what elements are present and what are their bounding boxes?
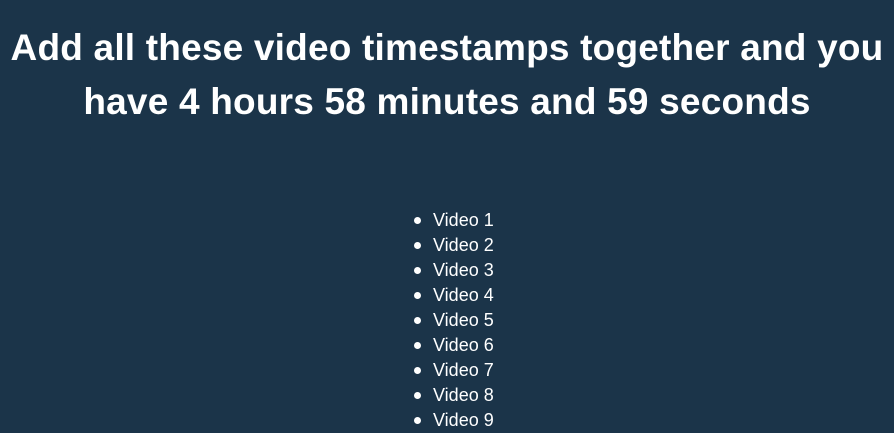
video-list-item: Video 3 [414, 258, 494, 283]
bullet-icon [414, 292, 421, 299]
video-label: Video 4 [433, 285, 494, 305]
video-label: Video 2 [433, 235, 494, 255]
bullet-icon [414, 392, 421, 399]
video-label: Video 6 [433, 335, 494, 355]
video-list-item: Video 7 [414, 358, 494, 383]
video-list-item: Video 5 [414, 308, 494, 333]
bullet-icon [414, 267, 421, 274]
video-list-item: Video 8 [414, 383, 494, 408]
video-list-item: Video 6 [414, 333, 494, 358]
page-title: Add all these video timestamps together … [10, 27, 884, 122]
bullet-icon [414, 317, 421, 324]
video-label: Video 8 [433, 385, 494, 405]
video-list-item: Video 2 [414, 233, 494, 258]
bullet-icon [414, 242, 421, 249]
bullet-icon [414, 342, 421, 349]
video-label: Video 5 [433, 310, 494, 330]
bullet-icon [414, 417, 421, 424]
bullet-icon [414, 217, 421, 224]
video-list-item: Video 1 [414, 208, 494, 233]
video-list-item: Video 4 [414, 283, 494, 308]
video-label: Video 3 [433, 260, 494, 280]
video-list-item: Video 9 [414, 408, 494, 433]
video-label: Video 9 [433, 410, 494, 430]
video-label: Video 7 [433, 360, 494, 380]
page: Add all these video timestamps together … [0, 0, 894, 430]
bullet-icon [414, 367, 421, 374]
video-label: Video 1 [433, 210, 494, 230]
video-list: Video 1 Video 2 Video 3 Video 4 Video 5 … [414, 208, 494, 433]
